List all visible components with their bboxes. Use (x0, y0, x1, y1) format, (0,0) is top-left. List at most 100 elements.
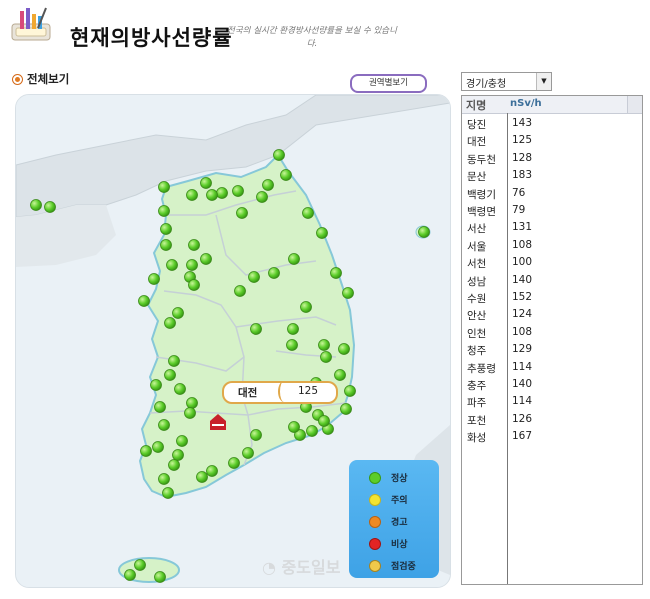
table-row[interactable]: 서산 131 (462, 219, 642, 237)
station-marker[interactable] (166, 259, 178, 271)
station-marker[interactable] (300, 301, 312, 313)
station-marker[interactable] (318, 415, 330, 427)
table-row[interactable]: 인천 108 (462, 324, 642, 342)
station-marker[interactable] (288, 253, 300, 265)
station-marker[interactable] (160, 239, 172, 251)
station-marker[interactable] (186, 259, 198, 271)
table-row[interactable]: 청주 129 (462, 341, 642, 359)
station-marker[interactable] (418, 226, 430, 238)
table-row[interactable]: 파주 114 (462, 393, 642, 411)
table-row[interactable]: 포천 126 (462, 411, 642, 429)
station-marker[interactable] (150, 379, 162, 391)
station-marker[interactable] (148, 273, 160, 285)
status-legend: 정상 주의 경고 비상 점검중 (349, 460, 439, 578)
station-marker[interactable] (200, 253, 212, 265)
table-row[interactable]: 추풍령 114 (462, 359, 642, 377)
station-marker[interactable] (280, 169, 292, 181)
station-marker[interactable] (236, 207, 248, 219)
station-marker[interactable] (262, 179, 274, 191)
station-marker[interactable] (172, 449, 184, 461)
table-row[interactable]: 문산 183 (462, 167, 642, 185)
station-marker[interactable] (172, 307, 184, 319)
table-row[interactable]: 동두천 128 (462, 150, 642, 168)
table-row[interactable]: 대전 125 (462, 132, 642, 150)
station-marker[interactable] (287, 323, 299, 335)
scrollbar[interactable] (627, 96, 642, 113)
station-marker[interactable] (188, 239, 200, 251)
station-marker[interactable] (200, 177, 212, 189)
station-marker[interactable] (186, 189, 198, 201)
table-row[interactable]: 성남 140 (462, 272, 642, 290)
station-marker[interactable] (134, 559, 146, 571)
all-view-radio[interactable] (12, 74, 23, 85)
station-marker[interactable] (164, 317, 176, 329)
table-row[interactable]: 안산 124 (462, 306, 642, 324)
station-marker[interactable] (188, 279, 200, 291)
station-marker[interactable] (158, 419, 170, 431)
station-marker[interactable] (140, 445, 152, 457)
station-marker[interactable] (168, 355, 180, 367)
station-marker[interactable] (154, 401, 166, 413)
station-marker[interactable] (176, 435, 188, 447)
table-row[interactable]: 서천 100 (462, 254, 642, 272)
station-marker[interactable] (316, 227, 328, 239)
station-name: 백령기 (467, 188, 496, 201)
station-marker[interactable] (216, 187, 228, 199)
station-marker[interactable] (160, 223, 172, 235)
station-marker[interactable] (306, 425, 318, 437)
station-marker[interactable] (158, 473, 170, 485)
station-marker[interactable] (44, 201, 56, 213)
chevron-down-icon[interactable]: ▼ (536, 73, 551, 90)
table-row[interactable]: 화성 167 (462, 428, 642, 446)
station-marker[interactable] (158, 181, 170, 193)
station-marker[interactable] (206, 465, 218, 477)
region-select[interactable]: 경기/충청 ▼ (461, 72, 552, 91)
station-marker[interactable] (248, 271, 260, 283)
station-marker[interactable] (273, 149, 285, 161)
station-marker[interactable] (174, 383, 186, 395)
station-marker[interactable] (302, 207, 314, 219)
station-marker[interactable] (154, 571, 166, 583)
station-marker[interactable] (242, 447, 254, 459)
station-marker[interactable] (250, 429, 262, 441)
station-marker[interactable] (30, 199, 42, 211)
station-marker[interactable] (158, 205, 170, 217)
station-marker[interactable] (186, 397, 198, 409)
station-marker[interactable] (268, 267, 280, 279)
station-marker[interactable] (334, 369, 346, 381)
station-name: 성남 (467, 275, 487, 288)
station-marker[interactable] (124, 569, 136, 581)
station-marker[interactable] (168, 459, 180, 471)
table-row[interactable]: 서울 108 (462, 237, 642, 255)
table-row[interactable]: 백령기 76 (462, 185, 642, 203)
table-row[interactable]: 당진 143 (462, 115, 642, 133)
station-marker[interactable] (320, 351, 332, 363)
station-marker[interactable] (206, 189, 218, 201)
station-marker[interactable] (164, 369, 176, 381)
station-name: 화성 (467, 432, 487, 445)
table-row[interactable]: 수원 152 (462, 289, 642, 307)
region-view-button[interactable]: 권역별보기 (350, 74, 427, 93)
station-marker[interactable] (342, 287, 354, 299)
station-marker[interactable] (288, 421, 300, 433)
station-marker[interactable] (318, 339, 330, 351)
station-marker[interactable] (162, 487, 174, 499)
station-marker[interactable] (232, 185, 244, 197)
station-marker[interactable] (344, 385, 356, 397)
station-marker[interactable] (228, 457, 240, 469)
station-marker[interactable] (250, 323, 262, 335)
all-view-label[interactable]: 전체보기 (27, 71, 69, 87)
table-row[interactable]: 충주 140 (462, 376, 642, 394)
station-marker[interactable] (196, 471, 208, 483)
table-row[interactable]: 백령면 79 (462, 202, 642, 220)
station-marker[interactable] (152, 441, 164, 453)
station-marker[interactable] (138, 295, 150, 307)
station-marker[interactable] (234, 285, 246, 297)
station-marker[interactable] (340, 403, 352, 415)
station-marker[interactable] (184, 407, 196, 419)
station-marker[interactable] (286, 339, 298, 351)
station-marker[interactable] (338, 343, 350, 355)
station-marker[interactable] (330, 267, 342, 279)
station-marker[interactable] (256, 191, 268, 203)
caution-dot-icon (369, 494, 381, 506)
